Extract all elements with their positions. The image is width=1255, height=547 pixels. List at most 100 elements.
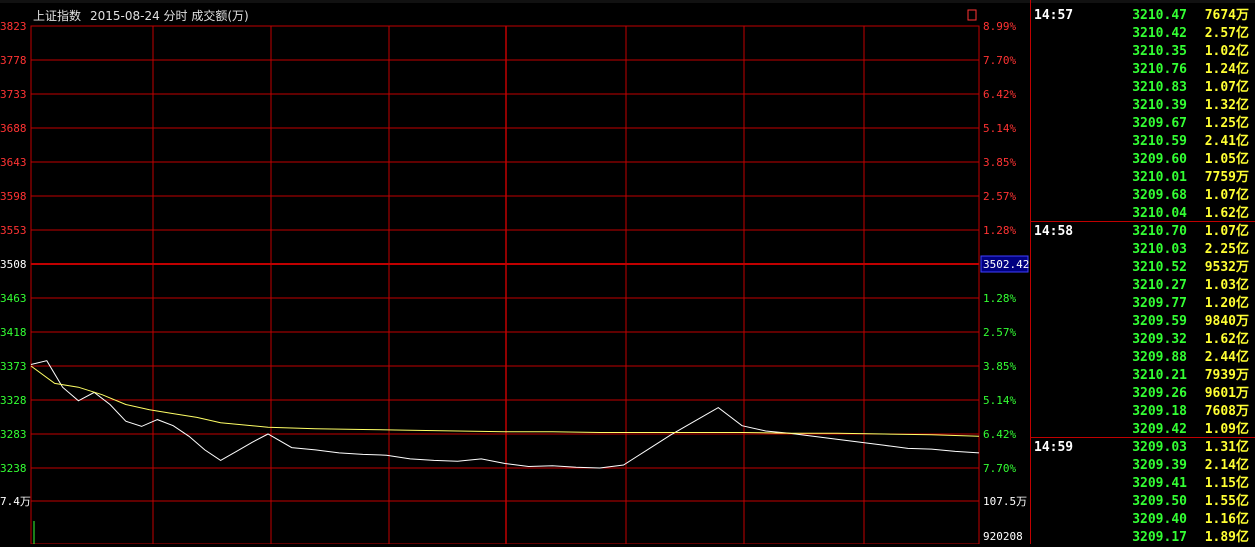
tick-price: 3210.01 — [1132, 170, 1187, 185]
tick-row[interactable]: 3210.76 1.24亿 — [1031, 61, 1255, 79]
tick-row[interactable]: 3209.68 1.07亿 — [1031, 187, 1255, 205]
tick-row[interactable]: 3210.83 1.07亿 — [1031, 79, 1255, 97]
y-tick-left: 3508 — [0, 258, 27, 271]
y-tick-right: 7.70% — [983, 54, 1016, 67]
tick-row[interactable]: 3209.39 2.14亿 — [1031, 457, 1255, 475]
y-tick-right: 8.99% — [983, 20, 1016, 33]
tick-row[interactable]: 3209.50 1.55亿 — [1031, 493, 1255, 511]
index-name: 上证指数 — [33, 9, 82, 23]
tick-time: 14:59 — [1034, 440, 1074, 455]
tick-volume: 1.05亿 — [1204, 152, 1249, 167]
tick-row[interactable]: 3209.40 1.16亿 — [1031, 511, 1255, 529]
tick-price: 3209.41 — [1132, 476, 1187, 491]
y-tick-right: 5.14% — [983, 394, 1016, 407]
tick-volume: 1.07亿 — [1204, 224, 1249, 239]
tick-volume: 9840万 — [1204, 314, 1249, 329]
tick-volume: 1.03亿 — [1204, 278, 1249, 293]
tick-price: 3209.60 — [1132, 152, 1187, 167]
tick-volume: 1.62亿 — [1204, 332, 1249, 347]
tick-price: 3209.77 — [1132, 296, 1187, 311]
tick-volume: 2.57亿 — [1204, 26, 1249, 41]
tick-price: 3210.03 — [1132, 242, 1187, 257]
y-tick-left: 3778 — [0, 54, 27, 67]
volume-max-label: 7.4万 — [0, 495, 31, 508]
tick-volume: 9532万 — [1204, 260, 1249, 275]
tick-price: 3210.35 — [1132, 44, 1187, 59]
tick-volume: 1.16亿 — [1204, 512, 1249, 527]
tick-price: 3209.50 — [1132, 494, 1187, 509]
tick-row[interactable]: 3210.21 7939万 — [1031, 367, 1255, 385]
y-tick-left: 3238 — [0, 462, 27, 475]
tick-row[interactable]: 3209.41 1.15亿 — [1031, 475, 1255, 493]
tick-price: 3209.88 — [1132, 350, 1187, 365]
minute-separator — [1031, 437, 1255, 438]
intraday-chart[interactable]: 3823 3778 3733 3688 3643 3598 3553 3508 3463 3418… — [0, 0, 1030, 544]
y-tick-left: 3373 — [0, 360, 27, 373]
prev-close-label: 3502.42 — [983, 258, 1029, 271]
tick-price: 3210.47 — [1132, 8, 1187, 23]
tick-row[interactable]: 3210.52 9532万 — [1031, 259, 1255, 277]
tick-price: 3209.67 — [1132, 116, 1187, 131]
minute-separator — [1031, 221, 1255, 222]
tick-price: 3209.59 — [1132, 314, 1187, 329]
tick-row[interactable]: 3209.26 9601万 — [1031, 385, 1255, 403]
tick-volume: 2.41亿 — [1204, 134, 1249, 149]
tick-price: 3210.39 — [1132, 98, 1187, 113]
tick-price: 3210.27 — [1132, 278, 1187, 293]
y-tick-right: 6.42% — [983, 88, 1016, 101]
tick-volume: 2.25亿 — [1204, 242, 1249, 257]
tick-volume: 7608万 — [1204, 404, 1249, 419]
y-tick-right: 1.28% — [983, 292, 1016, 305]
chart-canvas[interactable]: 3823 3778 3733 3688 3643 3598 3553 3508 3463 3418… — [0, 0, 1030, 544]
tick-volume: 1.31亿 — [1204, 440, 1249, 455]
tick-list-panel[interactable]: 14:57 3210.47 7674万 3210.42 2.57亿 3210.35 1.02… — [1030, 0, 1255, 547]
y-tick-left: 3688 — [0, 122, 27, 135]
tick-volume: 1.55亿 — [1204, 494, 1249, 509]
tick-row[interactable]: 3209.77 1.20亿 — [1031, 295, 1255, 313]
chart-date-info: 2015-08-24 分时 成交额(万) — [90, 9, 249, 23]
tick-price: 3209.26 — [1132, 386, 1187, 401]
tick-row[interactable]: 3209.32 1.62亿 — [1031, 331, 1255, 349]
chart-menu-icon — [967, 9, 977, 21]
y-tick-left: 3823 — [0, 20, 27, 33]
tick-volume: 9601万 — [1204, 386, 1249, 401]
tick-volume: 1.89亿 — [1204, 530, 1249, 545]
tick-volume: 7674万 — [1204, 8, 1249, 23]
y-tick-left: 3733 — [0, 88, 27, 101]
tick-row[interactable]: 3210.35 1.02亿 — [1031, 43, 1255, 61]
tick-row[interactable]: 3210.01 7759万 — [1031, 169, 1255, 187]
plot-frame — [30, 25, 980, 544]
y-tick-right: 1.28% — [983, 224, 1016, 237]
tick-volume: 7759万 — [1204, 170, 1249, 185]
tick-row[interactable]: 3210.03 2.25亿 — [1031, 241, 1255, 259]
y-tick-left: 3418 — [0, 326, 27, 339]
tick-price: 3209.32 — [1132, 332, 1187, 347]
tick-volume: 1.07亿 — [1204, 80, 1249, 95]
tick-row[interactable]: 14:58 3210.70 1.07亿 — [1031, 223, 1255, 241]
tick-volume: 1.15亿 — [1204, 476, 1249, 491]
y-tick-right: 3.85% — [983, 156, 1016, 169]
tick-price: 3209.40 — [1132, 512, 1187, 527]
tick-row[interactable]: 14:59 3209.03 1.31亿 — [1031, 439, 1255, 457]
tick-volume: 1.07亿 — [1204, 188, 1249, 203]
tick-price: 3210.42 — [1132, 26, 1187, 41]
tick-row[interactable]: 3209.18 7608万 — [1031, 403, 1255, 421]
tick-volume: 1.24亿 — [1204, 62, 1249, 77]
tick-price: 3210.52 — [1132, 260, 1187, 275]
tick-row[interactable]: 3209.60 1.05亿 — [1031, 151, 1255, 169]
tick-row[interactable]: 3209.17 1.89亿 — [1031, 529, 1255, 547]
tick-row[interactable]: 3210.59 2.41亿 — [1031, 133, 1255, 151]
tick-row[interactable]: 3210.27 1.03亿 — [1031, 277, 1255, 295]
price-line — [30, 360, 980, 469]
tick-row[interactable]: 3209.67 1.25亿 — [1031, 115, 1255, 133]
y-tick-left: 3598 — [0, 190, 27, 203]
tick-row[interactable]: 14:57 3210.47 7674万 — [1031, 7, 1255, 25]
tick-row[interactable]: 3210.39 1.32亿 — [1031, 97, 1255, 115]
tick-row[interactable]: 3209.88 2.44亿 — [1031, 349, 1255, 367]
tick-volume: 7939万 — [1204, 368, 1249, 383]
tick-row[interactable]: 3210.42 2.57亿 — [1031, 25, 1255, 43]
tick-time: 14:58 — [1034, 224, 1074, 239]
tick-price: 3209.18 — [1132, 404, 1187, 419]
tick-row[interactable]: 3209.59 9840万 — [1031, 313, 1255, 331]
y-tick-right: 6.42% — [983, 428, 1016, 441]
